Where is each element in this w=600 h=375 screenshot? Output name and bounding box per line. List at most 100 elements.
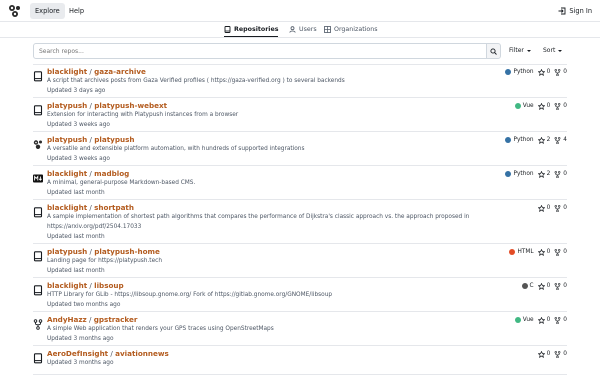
- forks-count: 0: [563, 351, 567, 357]
- repo-owner-link[interactable]: AndyHazz: [47, 315, 87, 324]
- tab-organizations[interactable]: Organizations: [324, 22, 378, 37]
- repo-name-link[interactable]: platypush-home: [94, 247, 160, 256]
- tab-users[interactable]: Users: [289, 22, 317, 37]
- fork-icon: [554, 204, 561, 212]
- repo-meta: HTML 0 0: [509, 247, 567, 257]
- language-label: Python: [513, 171, 534, 177]
- repo-name-link[interactable]: gpstracker: [94, 315, 138, 324]
- repo-row: AeroDefInsight / aviationnews Updated 3 m…: [33, 346, 567, 375]
- repo-row: blacklight / shortpath A sample implement…: [33, 200, 567, 244]
- star-icon: [537, 282, 545, 290]
- repo-updated: Updated last month: [47, 268, 105, 274]
- logo-icon[interactable]: [8, 4, 22, 18]
- project-avatar-icon: [33, 135, 43, 149]
- organization-icon: [324, 26, 331, 33]
- repo-stars[interactable]: 0: [537, 282, 551, 290]
- repo-title: blacklight / gaza-archive: [47, 67, 146, 76]
- sign-in-label: Sign In: [569, 7, 592, 15]
- repo-stars[interactable]: 0: [537, 204, 551, 212]
- repo-forks[interactable]: 0: [554, 282, 567, 290]
- sort-dropdown[interactable]: Sort: [543, 43, 563, 59]
- repo-updated: Updated last month: [47, 234, 105, 240]
- repo-name-link[interactable]: shortpath: [94, 203, 134, 212]
- repo-meta: 00: [537, 203, 567, 213]
- star-icon: [537, 316, 545, 324]
- repo-name-link[interactable]: libsoup: [94, 281, 124, 290]
- nav-explore[interactable]: Explore: [30, 3, 65, 19]
- repo-forks[interactable]: 0: [554, 248, 567, 256]
- repo-title: blacklight / madblog: [47, 169, 129, 178]
- repo-forks[interactable]: 0: [554, 316, 567, 324]
- repo-forks[interactable]: 0: [554, 68, 567, 76]
- repo-owner-link[interactable]: platypush: [47, 247, 87, 256]
- forks-count: 0: [563, 283, 567, 289]
- repo-meta: Python 2 0: [505, 169, 567, 179]
- star-icon: [537, 204, 545, 212]
- repo-forks[interactable]: 4: [554, 136, 567, 144]
- markdown-avatar-icon: [33, 169, 43, 183]
- repo-owner-link[interactable]: blacklight: [47, 169, 87, 178]
- repo-description: HTTP Library for GLib - https://libsoup.…: [47, 292, 333, 298]
- repo-meta: Python 2 4: [505, 135, 567, 145]
- language-label: Python: [513, 137, 534, 143]
- repo-forks[interactable]: 0: [554, 102, 567, 110]
- repo-updated: Updated 3 months ago: [47, 360, 114, 366]
- tab-repositories[interactable]: Repositories: [224, 22, 279, 37]
- repo-icon: [33, 281, 43, 296]
- forks-count: 0: [563, 171, 567, 177]
- search-button[interactable]: [486, 43, 501, 59]
- search-icon: [490, 47, 497, 55]
- language-dot-icon: [505, 137, 512, 143]
- repo-owner-link[interactable]: blacklight: [47, 281, 87, 290]
- repo-forks[interactable]: 0: [554, 350, 567, 358]
- repo-name-link[interactable]: platypush: [94, 135, 134, 144]
- star-icon: [537, 350, 545, 358]
- repo-stars[interactable]: 0: [537, 102, 550, 110]
- forks-count: 0: [563, 249, 567, 255]
- repo-stars[interactable]: 0: [537, 68, 550, 76]
- language-dot-icon: [521, 283, 528, 289]
- repo-stars[interactable]: 0: [537, 248, 550, 256]
- language-label: HTML: [517, 249, 534, 255]
- repo-title: AeroDefInsight / aviationnews: [47, 349, 169, 358]
- repo-stars[interactable]: 2: [537, 136, 550, 144]
- repo-forks[interactable]: 0: [554, 170, 567, 178]
- fork-icon: [554, 68, 561, 76]
- fork-icon: [33, 315, 43, 330]
- search-input[interactable]: [33, 43, 487, 59]
- repo-name-link[interactable]: gaza-archive: [94, 67, 146, 76]
- repo-stars[interactable]: 0: [537, 350, 551, 358]
- filter-dropdown[interactable]: Filter: [509, 43, 531, 59]
- stars-count: 0: [546, 205, 551, 211]
- repo-owner-link[interactable]: blacklight: [47, 203, 87, 212]
- repo-owner-link[interactable]: blacklight: [47, 67, 87, 76]
- repo-updated: Updated two months ago: [47, 302, 121, 308]
- nav-help[interactable]: Help: [64, 3, 89, 19]
- repo-title: AndyHazz / gpstracker: [47, 315, 137, 324]
- repo-owner-link[interactable]: platypush: [47, 135, 87, 144]
- fork-icon: [554, 350, 561, 358]
- repo-name-link[interactable]: madblog: [94, 169, 129, 178]
- repo-title: blacklight / libsoup: [47, 281, 124, 290]
- repo-language: Python: [505, 69, 534, 75]
- repo-owner-link[interactable]: platypush: [47, 101, 87, 110]
- repo-owner-link[interactable]: AeroDefInsight: [47, 349, 108, 358]
- forks-count: 0: [563, 317, 567, 323]
- stars-count: 0: [546, 351, 551, 357]
- repo-description-link[interactable]: https://arxiv.org/pdf/2504.17033: [47, 224, 141, 230]
- fork-icon: [554, 102, 561, 110]
- repo-stars[interactable]: 2: [537, 170, 550, 178]
- chevron-down-icon: [526, 50, 531, 52]
- repo-language: HTML: [509, 249, 534, 255]
- repo-forks[interactable]: 0: [554, 204, 567, 212]
- repo-row: blacklight / libsoup HTTP Library for GLi…: [33, 278, 567, 312]
- repo-name-link[interactable]: platypush-webext: [94, 101, 167, 110]
- repo-meta: 00: [537, 349, 567, 359]
- repo-description: A minimal, general-purpose Markdown-base…: [47, 180, 196, 186]
- repo-row: platypush / platypush-home Landing page f…: [33, 244, 567, 278]
- repo-name-link[interactable]: aviationnews: [115, 349, 169, 358]
- filter-label: Filter: [509, 47, 524, 54]
- stars-count: 0: [546, 283, 551, 289]
- sign-in-link[interactable]: Sign In: [558, 3, 592, 19]
- repo-stars[interactable]: 0: [537, 316, 550, 324]
